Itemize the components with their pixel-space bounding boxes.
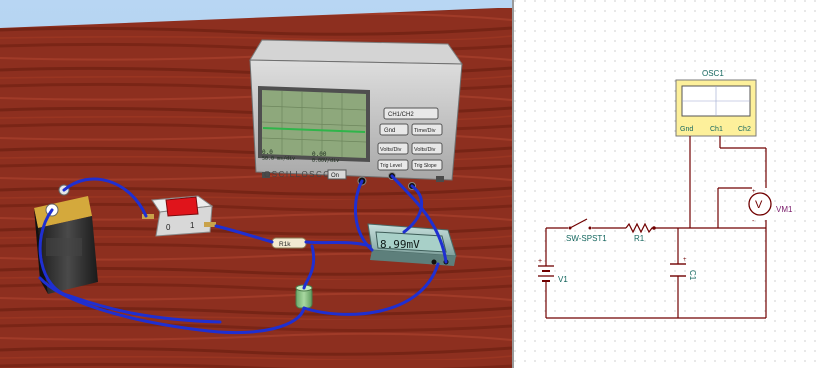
scope-button-voltsdiv-1-label: Volts/Div bbox=[380, 147, 402, 153]
switch-rocker[interactable] bbox=[165, 196, 199, 217]
capacitor-label: C1 bbox=[688, 270, 697, 281]
switch-mark-off: 0 bbox=[166, 223, 171, 232]
scope-button-voltsdiv-2-label: Volts/Div bbox=[414, 147, 436, 153]
meter-reading: 8.99mV bbox=[380, 238, 420, 251]
capacitor-plus: + bbox=[683, 257, 687, 263]
osc-label: OSC1 bbox=[702, 69, 724, 78]
scope-button-triglevel-label: Trig Level bbox=[380, 163, 402, 169]
switch-mark-on: 1 bbox=[190, 221, 195, 230]
battery-plus: + bbox=[538, 258, 542, 265]
voltmeter-plus: + bbox=[752, 189, 756, 195]
osc-port-ch1: Ch1 bbox=[710, 126, 723, 133]
scope-readout-left-2: 50.0 ms/div bbox=[262, 156, 295, 162]
app-window: 0.0 50.0 ms/div 0.00 0.00V/div CH1/CH2 G… bbox=[0, 0, 818, 368]
scope-button-trigslope-label: Trig Slope bbox=[414, 163, 437, 169]
scope-readout-right-1: 0.00 bbox=[312, 151, 327, 158]
voltmeter-symbol: V bbox=[755, 199, 763, 211]
3d-breadboard-view[interactable]: 0.0 50.0 ms/div 0.00 0.00V/div CH1/CH2 G… bbox=[0, 0, 512, 368]
osc-port-gnd: Gnd bbox=[680, 126, 693, 133]
battery-label: V1 bbox=[558, 275, 568, 284]
switch-label: SW-SPST1 bbox=[566, 234, 607, 243]
osc-port-ch2: Ch2 bbox=[738, 126, 751, 133]
scope-power-label: On bbox=[331, 173, 339, 179]
voltmeter-label: VM1 bbox=[776, 205, 793, 214]
oscilloscope-3d[interactable]: 0.0 50.0 ms/div 0.00 0.00V/div CH1/CH2 G… bbox=[249, 39, 463, 190]
resistor-label-3d: R1k bbox=[279, 241, 291, 248]
scope-readout-right-2: 0.00V/div bbox=[312, 158, 339, 164]
resistor-label: R1 bbox=[634, 234, 645, 243]
scope-readout-left-1: 0.0 bbox=[262, 149, 273, 156]
scope-button-timediv-label: Time/Div bbox=[414, 128, 436, 134]
scope-button-gnd-label: Gnd bbox=[384, 128, 395, 134]
scope-button-ch-label: CH1/CH2 bbox=[388, 112, 414, 118]
resistor-3d[interactable]: R1k bbox=[271, 237, 307, 249]
schematic-grid bbox=[514, 0, 818, 368]
schematic-view[interactable]: OSC1 Gnd Ch1 Ch2 SW-SPST1 R1 + V1 + C1 V… bbox=[514, 0, 818, 368]
